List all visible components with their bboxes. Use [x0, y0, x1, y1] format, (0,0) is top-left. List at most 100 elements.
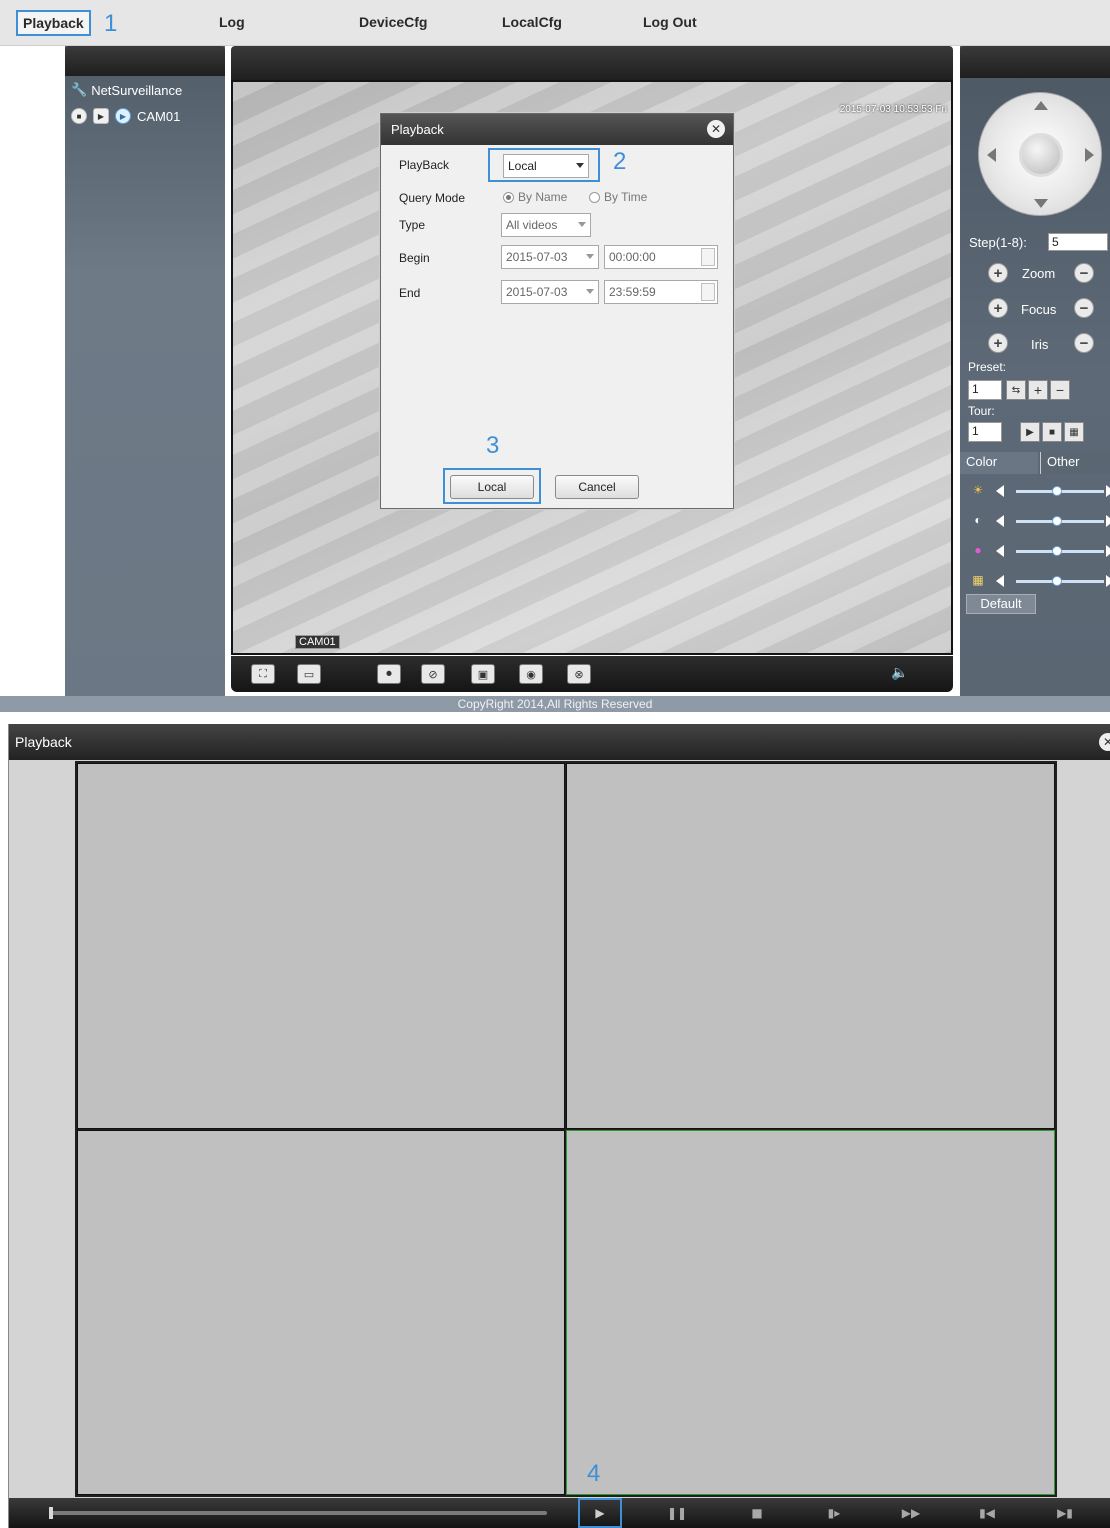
camera-play-icon[interactable]: ▶	[115, 108, 131, 124]
tree-root-node[interactable]: 🔧 NetSurveillance	[71, 82, 182, 98]
tree-camera-node[interactable]: ■ ▶ ▶ CAM01	[71, 108, 180, 124]
spinner-icon[interactable]	[701, 248, 715, 266]
menu-devicecfg[interactable]: DeviceCfg	[359, 14, 427, 30]
fast-forward-icon[interactable]: ▶▶	[899, 1503, 923, 1523]
ptz-direction-pad[interactable]	[978, 92, 1102, 216]
zoom-out-icon[interactable]: −	[1074, 263, 1094, 283]
focus-far-icon[interactable]: −	[1074, 298, 1094, 318]
skip-forward-icon[interactable]: ▶▮	[1053, 1503, 1077, 1523]
local-button[interactable]: Local	[450, 475, 534, 499]
brightness-slider[interactable]: ☀	[970, 482, 1110, 500]
preset-goto-icon[interactable]: ⇆	[1006, 380, 1026, 400]
end-time-field[interactable]: 23:59:59	[604, 280, 718, 304]
contrast-slider[interactable]: ◐	[970, 512, 1110, 530]
skip-back-icon[interactable]: ▮◀	[975, 1503, 999, 1523]
arrow-left-icon[interactable]	[987, 148, 996, 162]
preset-remove-icon[interactable]: −	[1050, 380, 1070, 400]
video-cell-3[interactable]	[77, 1130, 565, 1495]
spinner-icon[interactable]	[701, 283, 715, 301]
fullscreen-icon[interactable]: ⛶	[251, 664, 275, 684]
menu-logout[interactable]: Log Out	[643, 14, 697, 30]
arrow-left-icon[interactable]	[996, 575, 1004, 587]
begin-date-field[interactable]: 2015-07-03	[501, 245, 599, 269]
end-date-field[interactable]: 2015-07-03	[501, 280, 599, 304]
preset-add-icon[interactable]: +	[1028, 380, 1048, 400]
stop-icon[interactable]: ■	[71, 108, 87, 124]
close-icon[interactable]: ✕	[707, 120, 725, 138]
camera-label: CAM01	[137, 108, 181, 124]
step-frame-icon[interactable]: ▮▸	[822, 1503, 846, 1523]
record-stop-icon[interactable]: ⊘	[421, 664, 445, 684]
slider-handle[interactable]	[1052, 516, 1062, 526]
preset-input[interactable]: 1	[968, 380, 1002, 400]
playback-progress-bar[interactable]	[49, 1507, 547, 1519]
video-timestamp: 2015-07-03 10:53:53 Fri	[839, 104, 947, 115]
hue-slider[interactable]: ▦	[970, 572, 1110, 590]
preset-label: Preset:	[968, 360, 1007, 374]
zoom-in-icon[interactable]: +	[988, 263, 1008, 283]
arrow-right-icon[interactable]	[1106, 485, 1110, 497]
arrow-right-icon[interactable]	[1106, 515, 1110, 527]
arrow-right-icon[interactable]	[1085, 148, 1094, 162]
default-button[interactable]: Default	[966, 594, 1036, 614]
step-2-highlight	[488, 148, 600, 182]
tab-other[interactable]: Other	[1040, 452, 1110, 474]
type-select[interactable]: All videos	[501, 213, 591, 237]
speaker-icon[interactable]: 🔈	[891, 664, 911, 684]
iris-close-icon[interactable]: −	[1074, 333, 1094, 353]
radio-dot	[589, 191, 600, 203]
ptz-center-button[interactable]	[1019, 133, 1063, 177]
camera-open-icon[interactable]: ◉	[519, 664, 543, 684]
cancel-button[interactable]: Cancel	[555, 475, 639, 499]
video-cell-4-selected[interactable]	[566, 1130, 1055, 1495]
menu-localcfg[interactable]: LocalCfg	[502, 14, 562, 30]
arrow-down-icon[interactable]	[1034, 199, 1048, 208]
arrow-up-icon[interactable]	[1034, 101, 1048, 110]
begin-label: Begin	[399, 251, 430, 265]
arrow-left-icon[interactable]	[996, 545, 1004, 557]
color-wheel-icon: ●	[974, 543, 982, 557]
video-cell-1[interactable]	[77, 763, 565, 1129]
wrench-icon: 🔧	[71, 82, 88, 97]
begin-time-field[interactable]: 00:00:00	[604, 245, 718, 269]
tour-input[interactable]: 1	[968, 422, 1002, 442]
play-icon[interactable]: ▶	[588, 1503, 612, 1523]
radio-by-time[interactable]: By Time	[589, 190, 647, 204]
iris-open-icon[interactable]: +	[988, 333, 1008, 353]
tour-grid-icon[interactable]: ▦	[1064, 422, 1084, 442]
play-square-icon[interactable]: ▶	[93, 108, 109, 124]
arrow-left-icon[interactable]	[996, 485, 1004, 497]
slider-handle[interactable]	[1052, 546, 1062, 556]
video-cell-2[interactable]	[566, 763, 1055, 1129]
tour-play-icon[interactable]: ▶	[1020, 422, 1040, 442]
slider-handle[interactable]	[1052, 576, 1062, 586]
menu-playback[interactable]: Playback	[16, 10, 91, 36]
tab-color[interactable]: Color	[960, 452, 1038, 474]
arrow-right-icon[interactable]	[1106, 575, 1110, 587]
slider-handle[interactable]	[1052, 486, 1062, 496]
tour-label: Tour:	[968, 404, 995, 418]
single-screen-icon[interactable]: ▭	[297, 664, 321, 684]
saturation-slider[interactable]: ●	[970, 542, 1110, 560]
dialog-title-bar: Playback ✕	[381, 114, 733, 145]
step-2-marker: 2	[613, 148, 627, 175]
progress-handle[interactable]	[49, 1507, 53, 1519]
arrow-left-icon[interactable]	[996, 515, 1004, 527]
camera-close-icon[interactable]: ⊗	[567, 664, 591, 684]
contrast-icon: ◐	[974, 513, 982, 527]
arrow-right-icon[interactable]	[1106, 545, 1110, 557]
tour-stop-icon[interactable]: ■	[1042, 422, 1062, 442]
radio-by-name[interactable]: By Name	[503, 190, 567, 204]
begin-time-value: 00:00:00	[609, 250, 656, 264]
pause-icon[interactable]: ❚❚	[665, 1503, 689, 1523]
preset-input-value: 1	[972, 382, 979, 396]
focus-near-icon[interactable]: +	[988, 298, 1008, 318]
record-start-icon[interactable]: ⏺	[377, 664, 401, 684]
close-icon[interactable]: ✕	[1099, 733, 1110, 751]
dialog-title: Playback	[391, 122, 444, 137]
snapshot-icon[interactable]: ▣	[471, 664, 495, 684]
step-select[interactable]: 5	[1048, 233, 1108, 251]
playback-video-grid	[75, 761, 1057, 1497]
stop-icon[interactable]: ■	[745, 1503, 769, 1523]
menu-log[interactable]: Log	[219, 14, 245, 30]
